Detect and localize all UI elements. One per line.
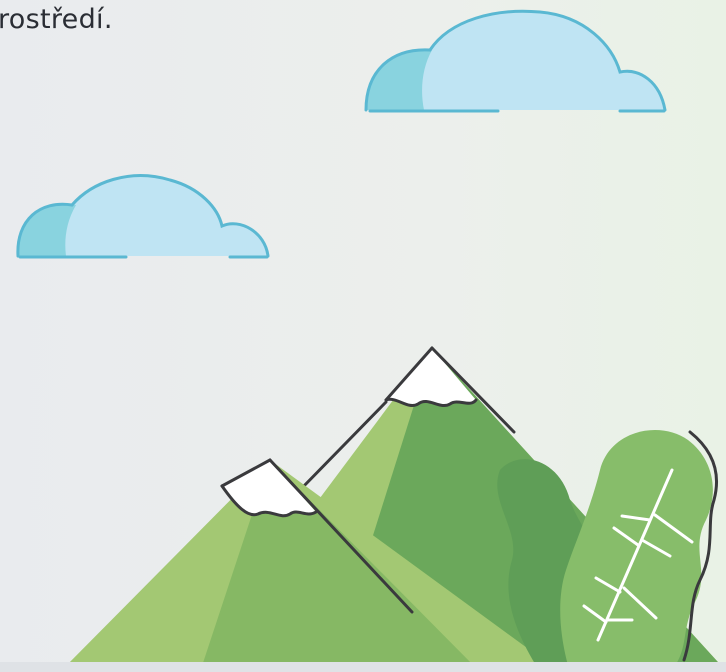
leaves-icon (497, 430, 718, 672)
cloud-small-icon (16, 174, 270, 259)
landscape-illustration (16, 9, 726, 672)
page-bottom-edge (0, 662, 726, 672)
cloud-large-icon (364, 9, 667, 113)
